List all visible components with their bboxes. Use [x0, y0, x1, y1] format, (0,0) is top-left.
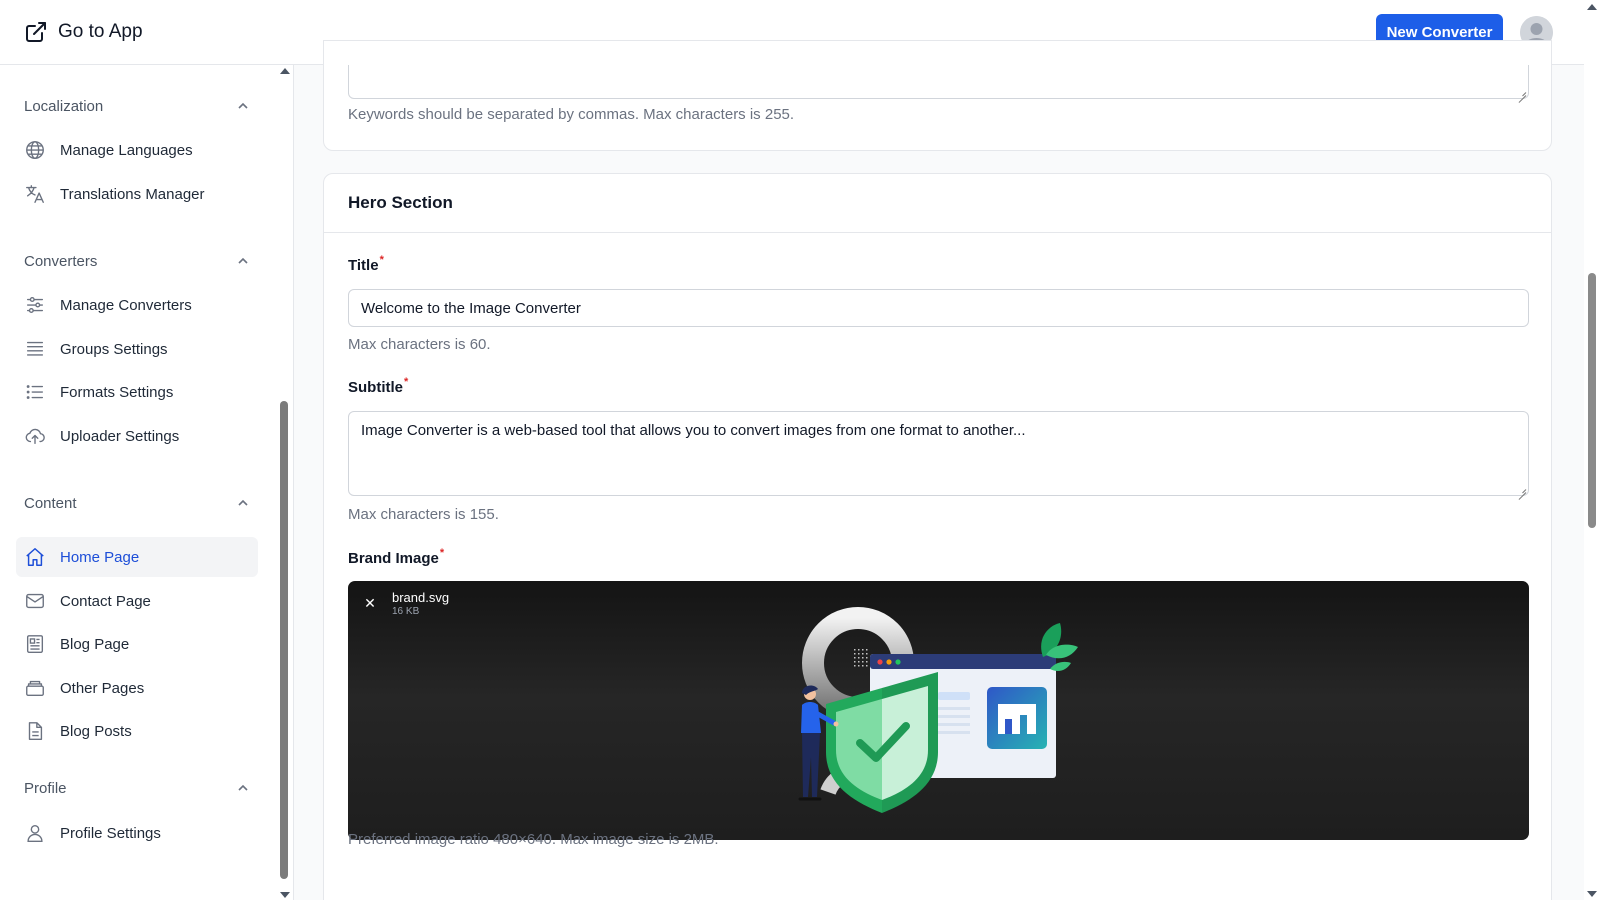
scroll-up-arrow-icon[interactable]	[1587, 4, 1597, 10]
sidebar-group-content[interactable]: Content	[24, 491, 250, 515]
sidebar-group-profile[interactable]: Profile	[24, 776, 250, 800]
keywords-textarea[interactable]	[348, 65, 1529, 99]
group-title: Content	[24, 494, 77, 512]
cloud-upload-icon	[25, 428, 45, 445]
chevron-up-icon	[238, 499, 248, 506]
sidebar-item-groups-settings[interactable]: Groups Settings	[16, 329, 258, 369]
chevron-up-icon	[238, 784, 248, 791]
sidebar-item-label: Manage Languages	[60, 141, 193, 159]
required-mark: *	[439, 547, 445, 559]
divider	[324, 232, 1551, 233]
title-label-text: Title	[348, 257, 379, 274]
sidebar-item-label: Groups Settings	[60, 340, 168, 358]
title-input[interactable]: Welcome to the Image Converter	[348, 289, 1529, 327]
sliders-icon	[26, 296, 44, 314]
sidebar-item-label: Profile Settings	[60, 824, 161, 842]
globe-icon	[26, 141, 44, 159]
subtitle-value: Image Converter is a web-based tool that…	[361, 422, 1026, 439]
subtitle-label-text: Subtitle	[348, 379, 403, 396]
required-mark: *	[379, 254, 384, 266]
brand-image-help-text: Preferred image ratio 480×640. Max image…	[348, 831, 719, 848]
go-to-app-link[interactable]: Go to App	[24, 20, 143, 44]
group-title: Converters	[24, 252, 98, 270]
user-icon	[27, 824, 43, 842]
subtitle-label: Subtitle*	[348, 376, 409, 396]
sidebar-item-label: Other Pages	[60, 679, 145, 697]
sidebar-item-blog-posts[interactable]: Blog Posts	[16, 711, 258, 751]
close-icon[interactable]: ✕	[360, 593, 380, 613]
sidebar-item-other-pages[interactable]: Other Pages	[16, 668, 258, 708]
subtitle-textarea[interactable]: Image Converter is a web-based tool that…	[348, 411, 1529, 496]
sidebar-item-formats-settings[interactable]: Formats Settings	[16, 372, 258, 412]
subtitle-help-text: Max characters is 155.	[348, 506, 499, 523]
sidebar-item-contact-page[interactable]: Contact Page	[16, 581, 258, 621]
required-mark: *	[404, 376, 409, 388]
chevron-up-icon	[238, 102, 248, 109]
sidebar-group-converters[interactable]: Converters	[24, 249, 250, 273]
card-title: Hero Section	[348, 193, 453, 212]
sidebar-item-label: Translations Manager	[60, 185, 205, 203]
newspaper-icon	[26, 635, 44, 653]
seo-card: Keywords should be separated by commas. …	[323, 40, 1552, 151]
sidebar-item-manage-languages[interactable]: Manage Languages	[16, 130, 258, 170]
sidebar-item-label: Uploader Settings	[60, 427, 180, 445]
list-icon	[26, 385, 44, 399]
scroll-down-arrow-icon[interactable]	[280, 892, 290, 898]
sidebar: Localization Manage Languages Translatio…	[0, 65, 294, 900]
go-to-app-label: Go to App	[58, 21, 143, 42]
sidebar-item-blog-page[interactable]: Blog Page	[16, 624, 258, 664]
scroll-up-arrow-icon[interactable]	[280, 68, 290, 74]
group-title: Localization	[24, 97, 104, 115]
sidebar-item-label: Contact Page	[60, 592, 151, 610]
sidebar-item-label: Formats Settings	[60, 383, 174, 401]
title-help-text: Max characters is 60.	[348, 336, 491, 353]
brand-image-label: Brand Image*	[348, 547, 445, 567]
scroll-thumb[interactable]	[1588, 273, 1596, 528]
sidebar-item-label: Blog Posts	[60, 722, 132, 740]
keywords-help-text: Keywords should be separated by commas. …	[348, 106, 795, 123]
layers-icon	[26, 680, 44, 697]
brand-image-label-text: Brand Image	[348, 550, 439, 567]
sidebar-item-label: Manage Converters	[60, 296, 192, 314]
external-link-icon	[26, 22, 46, 42]
home-icon	[26, 548, 44, 566]
document-icon	[28, 722, 43, 740]
sidebar-item-uploader-settings[interactable]: Uploader Settings	[16, 416, 258, 456]
resize-handle-icon[interactable]	[1518, 88, 1526, 96]
brand-image-uploader[interactable]: ✕ brand.svg 16 KB	[348, 581, 1529, 840]
sidebar-item-translations-manager[interactable]: Translations Manager	[16, 174, 258, 214]
sidebar-item-label: Blog Page	[60, 635, 130, 653]
mail-icon	[26, 593, 44, 609]
sidebar-item-home-page[interactable]: Home Page	[16, 537, 258, 577]
file-name: brand.svg	[392, 590, 450, 605]
title-label: Title*	[348, 254, 384, 274]
page-scrollbar[interactable]	[1584, 0, 1600, 900]
sidebar-item-manage-converters[interactable]: Manage Converters	[16, 285, 258, 325]
scroll-thumb[interactable]	[280, 401, 288, 879]
hero-section-card: Hero Section Title* Welcome to the Image…	[323, 173, 1552, 900]
translate-icon	[26, 185, 44, 203]
scroll-down-arrow-icon[interactable]	[1587, 891, 1597, 897]
group-title: Profile	[24, 779, 67, 797]
sidebar-item-profile-settings[interactable]: Profile Settings	[16, 813, 258, 853]
brand-illustration	[798, 607, 1078, 813]
stack-icon	[26, 341, 44, 356]
sidebar-group-localization[interactable]: Localization	[24, 94, 250, 118]
sidebar-item-label: Home Page	[60, 548, 140, 566]
sidebar-scrollbar[interactable]	[278, 65, 292, 900]
resize-handle-icon[interactable]	[1518, 485, 1526, 493]
chevron-up-icon	[238, 257, 248, 264]
file-size: 16 KB	[392, 606, 420, 617]
